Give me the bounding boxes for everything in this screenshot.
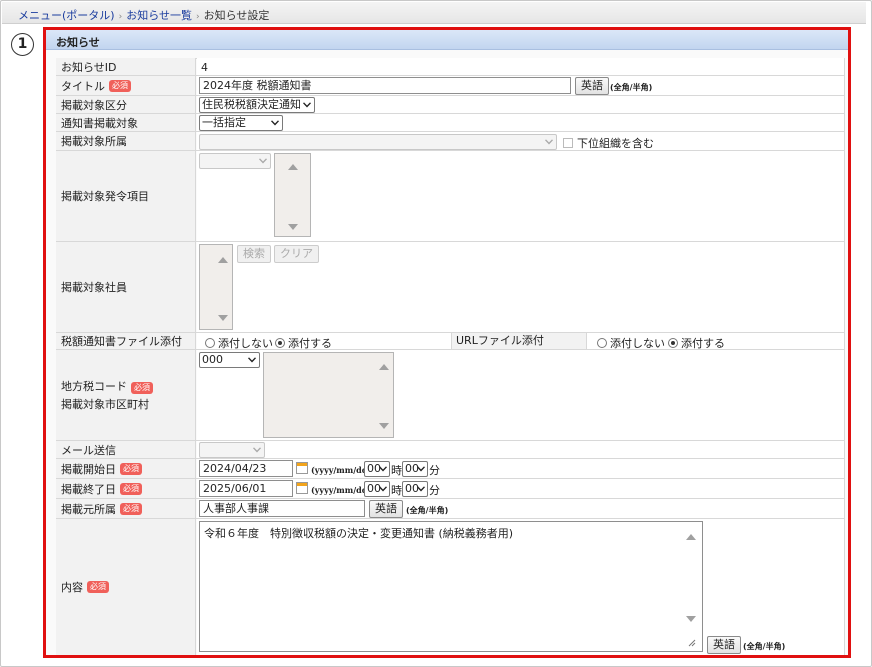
breadcrumb-link-portal[interactable]: メニュー(ポータル) [18,9,115,22]
breadcrumb-separator: › [195,12,200,22]
highlight-box [43,27,851,658]
step-number-badge: 1 [11,33,34,56]
breadcrumb: メニュー(ポータル) › お知らせ一覧 › お知らせ設定 [2,2,866,24]
breadcrumb-link-notice-list[interactable]: お知らせ一覧 [126,9,192,22]
breadcrumb-current: お知らせ設定 [203,9,270,22]
breadcrumb-separator: › [118,12,123,22]
